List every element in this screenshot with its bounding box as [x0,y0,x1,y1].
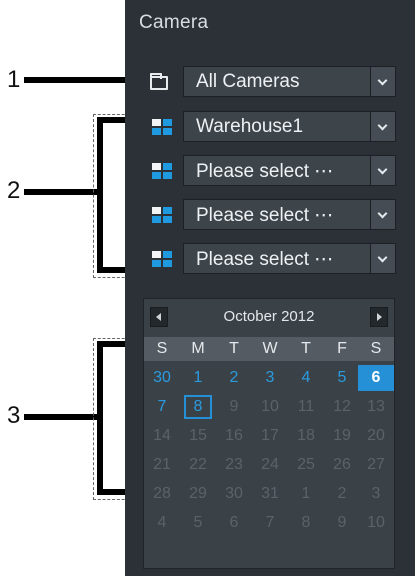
callout-3-line [24,414,102,420]
calendar-day[interactable]: 2 [324,481,360,507]
calendar-day[interactable]: 17 [252,423,288,449]
panel-title: Camera [139,12,209,33]
camera-slot-3-value: Please select ⋯ [196,205,334,226]
weekday-label: M [191,340,205,357]
callout-2-line [24,189,102,195]
calendar-day[interactable]: 10 [252,394,288,420]
calendar-day[interactable]: 7 [252,510,288,536]
weekday-label: T [229,340,239,357]
calendar-day[interactable]: 2 [216,365,252,391]
camera-group-select[interactable]: All Cameras [183,66,396,97]
calendar-day[interactable]: 30 [216,481,252,507]
calendar-day[interactable]: 1 [288,481,324,507]
triangle-right-icon[interactable] [370,307,388,327]
calendar-day[interactable]: 20 [358,423,394,449]
chevron-down-icon[interactable] [370,156,395,185]
weekday-label: W [262,340,278,357]
calendar-day[interactable]: 5 [180,510,216,536]
calendar-day[interactable]: 15 [180,423,216,449]
calendar-day[interactable]: 29 [180,481,216,507]
weekday-label: F [337,340,347,357]
calendar-header: October 2012 [144,299,394,335]
camera-slot-2-value: Please select ⋯ [196,161,334,182]
camera-slot-1-select[interactable]: Warehouse1 [183,111,396,142]
chevron-down-icon[interactable] [370,200,395,229]
calendar-day[interactable]: 21 [144,452,180,478]
calendar-day[interactable]: 8 [183,394,213,420]
calendar-day[interactable]: 13 [358,394,394,420]
calendar-day[interactable]: 6 [216,510,252,536]
calendar-day[interactable]: 12 [324,394,360,420]
date-calendar: October 2012 SMTWTFS 30 1 2 3 4 5 6 7 8 9 10 11 12 13… [143,298,395,569]
weekday-label: S [370,340,382,357]
camera-slot-1-value: Warehouse1 [196,116,304,137]
calendar-day[interactable]: 9 [216,394,252,420]
calendar-day[interactable]: 25 [288,452,324,478]
chevron-down-icon[interactable] [370,244,395,273]
calendar-day[interactable]: 22 [180,452,216,478]
calendar-day[interactable]: 14 [144,423,180,449]
chevron-down-icon[interactable] [370,112,395,141]
chevron-down-icon[interactable] [370,67,395,96]
calendar-day[interactable]: 3 [358,481,394,507]
callout-1-number: 1 [7,66,21,93]
calendar-day[interactable]: 23 [216,452,252,478]
calendar-day[interactable]: 9 [324,510,360,536]
calendar-day[interactable]: 8 [288,510,324,536]
calendar-day[interactable]: 4 [288,365,324,391]
layout-grid-icon [152,251,172,268]
calendar-day[interactable]: 5 [324,365,360,391]
calendar-day[interactable]: 18 [288,423,324,449]
camera-slot-4-select[interactable]: Please select ⋯ [183,243,396,274]
layout-grid-icon [152,119,172,136]
callout-3-bracket-spine [97,341,103,495]
weekday-header-row: SMTWTFS [144,337,394,361]
calendar-day[interactable]: 31 [252,481,288,507]
layout-grid-icon [152,163,172,180]
folder-icon [150,73,168,90]
calendar-day[interactable]: 11 [288,394,324,420]
calendar-day[interactable]: 3 [252,365,288,391]
calendar-month-label: October 2012 [223,308,315,325]
calendar-day[interactable]: 7 [144,394,180,420]
camera-panel: Camera All Cameras Warehouse1 Please sel… [125,0,415,576]
calendar-day[interactable]: 6 [358,365,394,391]
camera-group-value: All Cameras [196,71,300,92]
calendar-day[interactable]: 1 [180,365,216,391]
calendar-day[interactable]: 28 [144,481,180,507]
callout-2-number: 2 [7,177,21,204]
calendar-day[interactable]: 4 [144,510,180,536]
callout-3-number: 3 [7,402,21,429]
calendar-day[interactable]: 19 [324,423,360,449]
calendar-day[interactable]: 30 [144,365,180,391]
weekday-label: T [301,340,311,357]
callout-2-bracket-spine [97,117,103,273]
calendar-day[interactable]: 10 [358,510,394,536]
weekday-label: S [156,340,168,357]
camera-slot-2-select[interactable]: Please select ⋯ [183,155,396,186]
calendar-day[interactable]: 26 [324,452,360,478]
camera-slot-3-select[interactable]: Please select ⋯ [183,199,396,230]
calendar-day[interactable]: 27 [358,452,394,478]
calendar-day[interactable]: 16 [216,423,252,449]
layout-grid-icon [152,207,172,224]
camera-slot-4-value: Please select ⋯ [196,249,334,270]
calendar-day[interactable]: 24 [252,452,288,478]
